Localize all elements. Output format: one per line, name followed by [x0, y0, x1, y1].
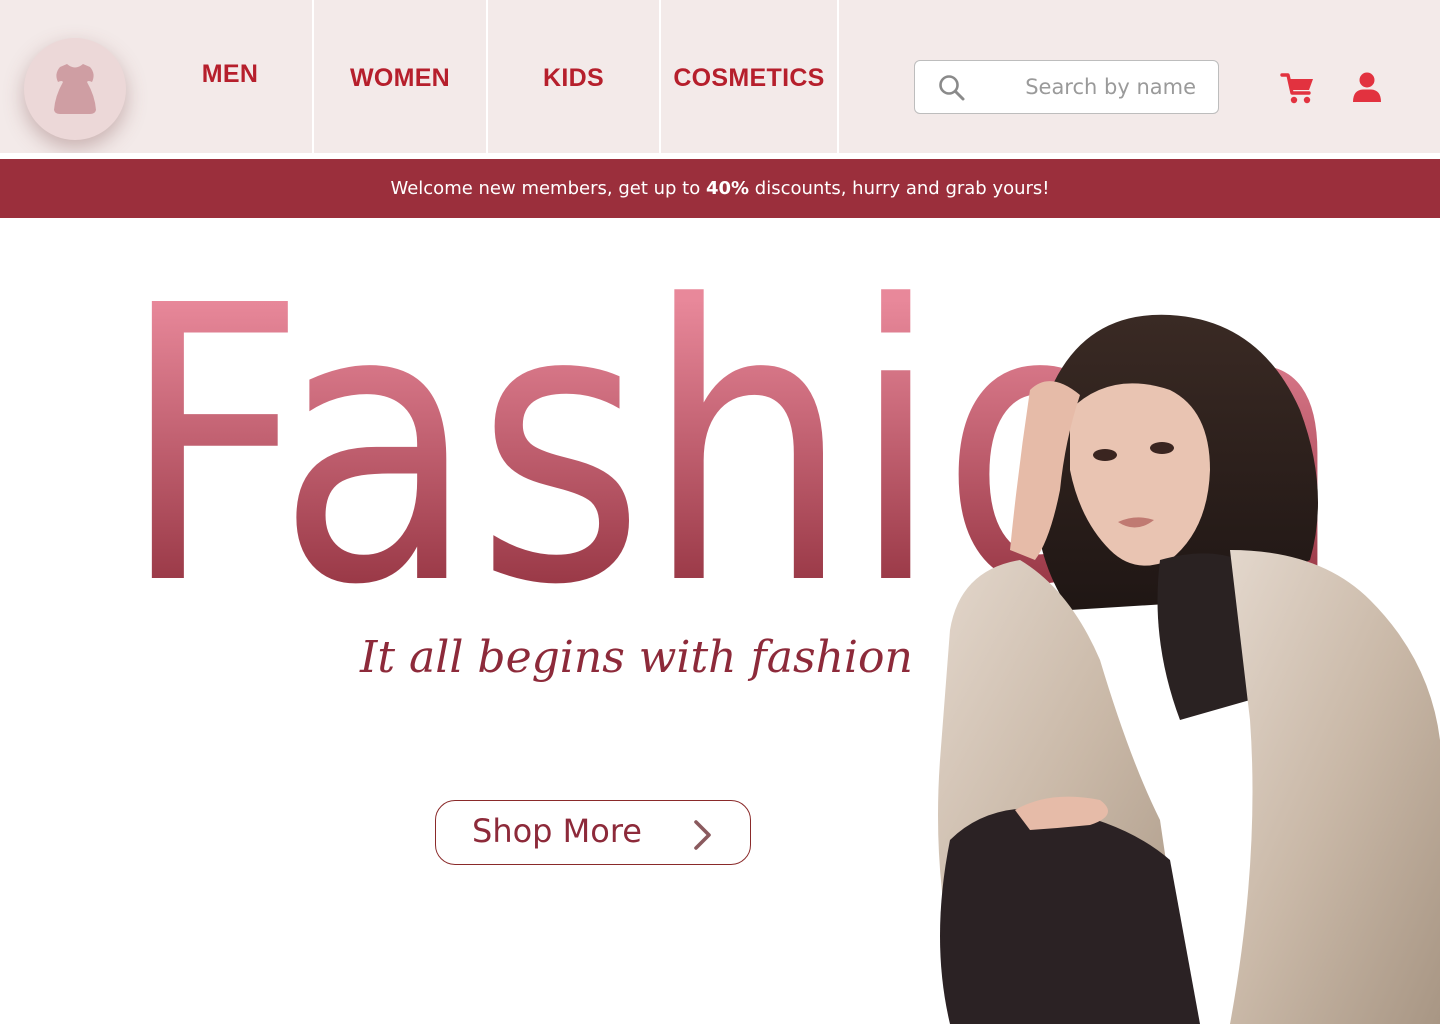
fashion-model-image	[938, 314, 1440, 1024]
shop-more-button[interactable]: Shop More	[435, 800, 751, 865]
hero-tagline: It all begins with fashion	[360, 632, 913, 683]
chevron-right-icon	[694, 820, 711, 850]
shop-more-label: Shop More	[472, 812, 642, 850]
